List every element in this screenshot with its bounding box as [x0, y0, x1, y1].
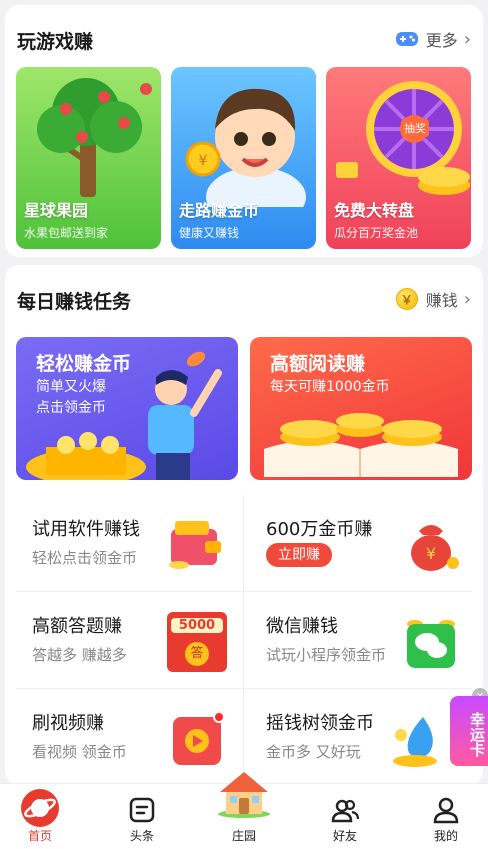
task-title: 600万金币赚 [266, 519, 373, 540]
red-envelope-icon: 5000 答 [167, 612, 227, 672]
task-subtitle: 答越多 赚越多 [32, 646, 127, 664]
money-tree-icon [393, 717, 437, 767]
task-subtitle: 轻松点击领金币 [32, 549, 138, 567]
gamepad-icon [395, 32, 418, 46]
profile-icon [433, 797, 459, 824]
tile-subtitle: 水果包邮送到家 [24, 226, 109, 240]
tab-label: 首页 [27, 829, 52, 843]
coin-icon: ￥ [395, 288, 418, 310]
friends-icon [331, 799, 359, 823]
task-quiz[interactable]: 高额答题赚 答越多 赚越多 5000 答 [16, 592, 245, 689]
task-wechat[interactable]: 微信赚钱 试玩小程序领金币 [250, 592, 479, 689]
game-tile-walking[interactable]: ¥ 走路赚金币 健康又赚钱 [171, 67, 316, 249]
tab-label: 庄园 [231, 829, 256, 843]
quiz-badge-char: 答 [185, 642, 209, 666]
money-bag-icon: ¥ [411, 525, 459, 571]
tasks-more-link[interactable]: ￥ 赚钱 › [395, 287, 471, 311]
tab-label: 好友 [332, 829, 357, 843]
tile-title: 走路赚金币 [179, 201, 260, 220]
games-more-label: 更多 [425, 31, 458, 50]
daily-tasks-section: 每日赚钱任务 ￥ 赚钱 › 轻松赚金币 简单又火爆 点击领金币 高额阅读赚 每天… [5, 265, 483, 785]
tab-label: 头条 [129, 829, 154, 843]
news-icon [129, 797, 155, 823]
games-title: 玩游戏赚 [17, 31, 94, 53]
game-tile-orchard[interactable]: 星球果园 水果包邮送到家 [16, 67, 161, 249]
tab-profile[interactable]: 我的 [406, 790, 486, 849]
task-title: 高额答题赚 [32, 616, 122, 637]
tab-label: 我的 [433, 829, 458, 843]
prize-wheel-icon [336, 81, 470, 195]
tile-subtitle: 健康又赚钱 [179, 226, 240, 240]
wechat-icon [407, 620, 455, 668]
fruit-tree-icon [37, 78, 152, 197]
task-title: 摇钱树领金币 [266, 713, 374, 734]
chevron-right-icon: › [463, 28, 471, 50]
lucky-card-float[interactable]: × 幸运卡 [442, 688, 488, 768]
task-subtitle: 看视频 领金币 [32, 743, 127, 761]
promo-line: 点击领金币 [36, 400, 106, 416]
house-icon [218, 772, 270, 818]
task-title: 微信赚钱 [266, 616, 338, 637]
games-section: 玩游戏赚 更多 › 星球果园 水果包邮送到家 ¥ 走路赚金币 健康又赚钱 抽奖 … [5, 5, 483, 257]
tasks-title: 每日赚钱任务 [17, 291, 132, 313]
svg-text:¥: ¥ [199, 153, 208, 169]
task-subtitle: 试玩小程序领金币 [266, 646, 387, 664]
games-more-link[interactable]: 更多 › [395, 27, 471, 51]
task-grid: 试用软件赚钱 轻松点击领金币 600万金币赚 立即赚 ¥ 高额答题赚 答越多 赚… [5, 495, 483, 785]
bottom-tab-bar: 首页 头条 庄园 好友 我的 [0, 772, 488, 849]
boy-avatar-icon: ¥ [185, 88, 306, 207]
planet-icon [21, 789, 59, 827]
svg-text:¥: ¥ [426, 544, 436, 563]
promo-line: 简单又火爆 [36, 379, 106, 395]
quiz-badge: 5000 [171, 618, 223, 633]
task-6m-coins[interactable]: 600万金币赚 立即赚 ¥ [250, 495, 479, 592]
earn-now-button[interactable]: 立即赚 [266, 543, 332, 567]
task-trial-software[interactable]: 试用软件赚钱 轻松点击领金币 [16, 495, 245, 592]
task-title: 试用软件赚钱 [32, 519, 140, 540]
tile-title: 免费大转盘 [334, 201, 415, 220]
promo-reading[interactable]: 高额阅读赚 每天可赚1000金币 [250, 337, 472, 480]
tasks-more-label: 赚钱 [425, 291, 458, 310]
tile-title: 星球果园 [24, 201, 89, 220]
task-title: 刷视频赚 [32, 713, 104, 734]
tab-home[interactable]: 首页 [0, 789, 80, 849]
wheel-badge: 抽奖 [401, 119, 429, 137]
promo-subtitle: 每天可赚1000金币 [270, 379, 390, 395]
task-subtitle: 金币多 又好玩 [266, 743, 361, 761]
tab-headlines[interactable]: 头条 [102, 790, 182, 849]
tab-friends[interactable]: 好友 [305, 790, 385, 849]
lucky-card-label: 幸运卡 [450, 696, 488, 766]
tile-subtitle: 瓜分百万奖金池 [334, 226, 419, 240]
promo-subtitle: 简单又火爆 点击领金币 [36, 377, 106, 419]
wallet-icon [169, 521, 221, 569]
promo-title: 高额阅读赚 [270, 353, 366, 375]
tab-manor[interactable]: 庄园 [204, 772, 284, 849]
video-play-icon [173, 711, 225, 765]
task-video[interactable]: 刷视频赚 看视频 领金币 [16, 689, 245, 786]
promo-easy-coins[interactable]: 轻松赚金币 简单又火爆 点击领金币 [16, 337, 238, 480]
game-tile-wheel[interactable]: 抽奖 免费大转盘 瓜分百万奖金池 [326, 67, 471, 249]
promo-title: 轻松赚金币 [36, 353, 132, 375]
chevron-right-icon: › [463, 288, 471, 310]
